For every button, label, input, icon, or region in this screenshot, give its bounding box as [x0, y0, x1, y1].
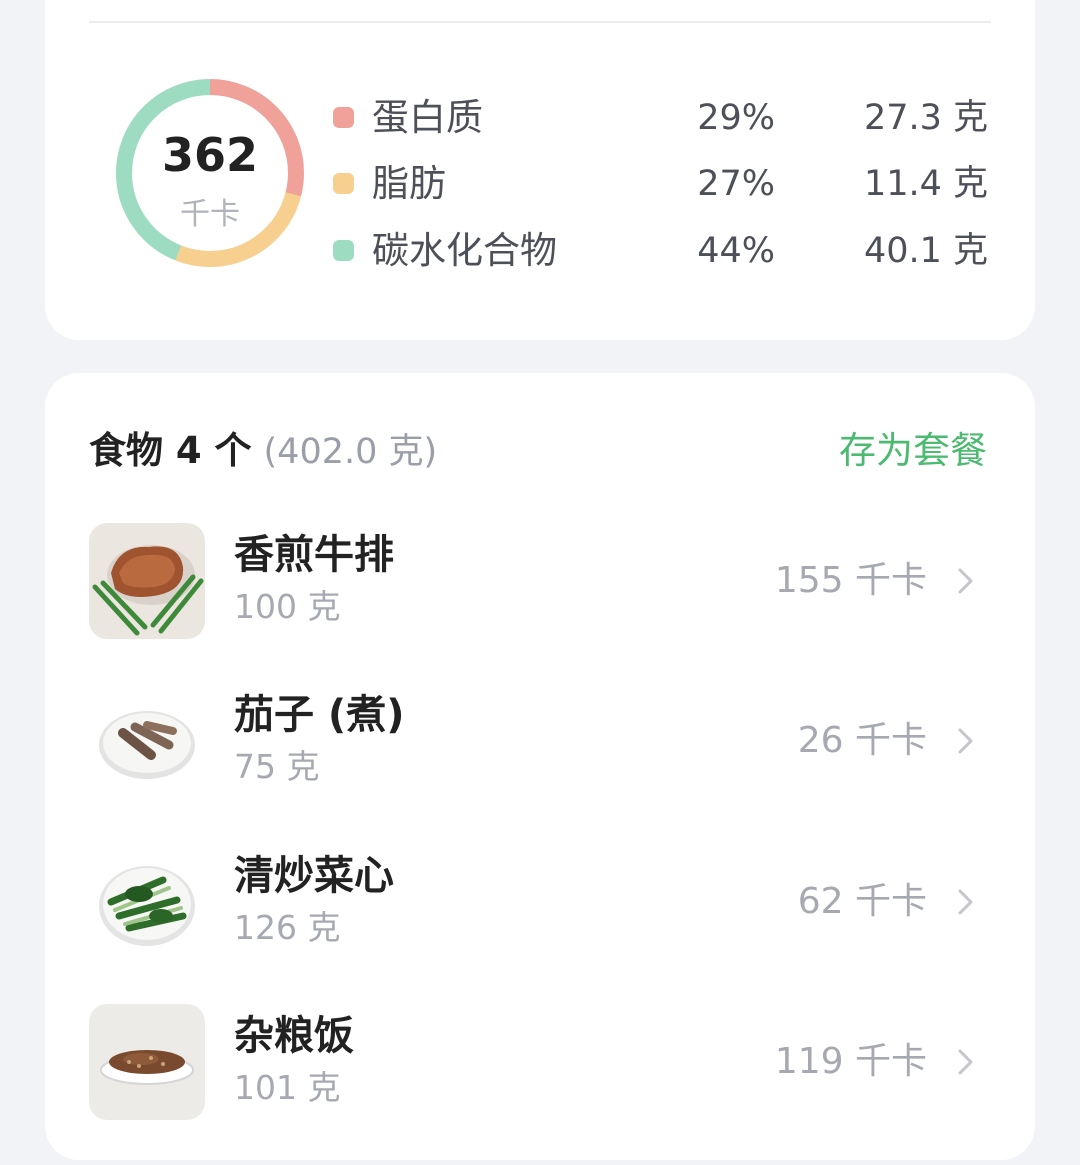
food-weight: 101 克 [234, 1068, 341, 1107]
divider [89, 21, 991, 23]
macro-row-protein: 蛋白质 29% 27.3 克 [45, 88, 1035, 148]
food-weight: 126 克 [234, 908, 341, 947]
food-name: 清炒菜心 [234, 853, 394, 899]
chevron-right-icon [958, 728, 973, 754]
foods-header: 食物 4 个 (402.0 克) [89, 421, 437, 481]
macro-grams: 27.3 克 [863, 98, 988, 138]
food-calories: 62 千卡 [797, 881, 927, 922]
macro-percent: 27% [697, 164, 775, 204]
nutrition-summary-card: 362 千卡 蛋白质 29% 27.3 克 脂肪 27% 11.4 克 碳水化合… [45, 0, 1035, 340]
macro-row-carbs: 碳水化合物 44% 40.1 克 [45, 221, 1035, 281]
steak-image [89, 523, 205, 639]
eggplant-image [89, 683, 205, 799]
food-weight: 75 克 [234, 747, 320, 786]
food-name: 香煎牛排 [234, 532, 394, 578]
chevron-right-icon [958, 889, 973, 915]
protein-color-dot [333, 107, 354, 128]
food-name: 茄子 (煮) [234, 692, 405, 738]
foods-total-weight: (402.0 克) [263, 432, 438, 472]
macro-grams: 40.1 克 [863, 231, 988, 271]
greens-image [89, 844, 205, 960]
food-item-steak[interactable]: 香煎牛排 100 克 155 千卡 [45, 523, 1035, 643]
food-calories: 119 千卡 [774, 1041, 927, 1082]
macro-grams: 11.4 克 [863, 164, 988, 204]
carbs-color-dot [333, 240, 354, 261]
chevron-right-icon [958, 568, 973, 594]
macro-row-fat: 脂肪 27% 11.4 克 [45, 154, 1035, 214]
food-calories: 26 千卡 [797, 720, 927, 761]
foods-count-title: 食物 4 个 [89, 429, 252, 472]
multigrain-rice-image [89, 1004, 205, 1120]
macro-percent: 44% [697, 231, 775, 271]
food-calories: 155 千卡 [774, 560, 927, 601]
macro-name: 脂肪 [372, 162, 446, 205]
food-item-greens[interactable]: 清炒菜心 126 克 62 千卡 [45, 844, 1035, 964]
fat-color-dot [333, 173, 354, 194]
chevron-right-icon [958, 1049, 973, 1075]
macro-percent: 29% [697, 98, 775, 138]
foods-card: 食物 4 个 (402.0 克) 存为套餐 香煎牛排 100 克 155 千卡 [45, 373, 1035, 1160]
food-item-multigrain-rice[interactable]: 杂粮饭 101 克 119 千卡 [45, 1004, 1035, 1124]
macro-name: 碳水化合物 [372, 229, 557, 272]
save-as-combo-button[interactable]: 存为套餐 [839, 421, 987, 481]
food-item-eggplant[interactable]: 茄子 (煮) 75 克 26 千卡 [45, 683, 1035, 803]
macro-name: 蛋白质 [372, 96, 483, 139]
food-weight: 100 克 [234, 587, 341, 626]
food-name: 杂粮饭 [234, 1013, 354, 1059]
